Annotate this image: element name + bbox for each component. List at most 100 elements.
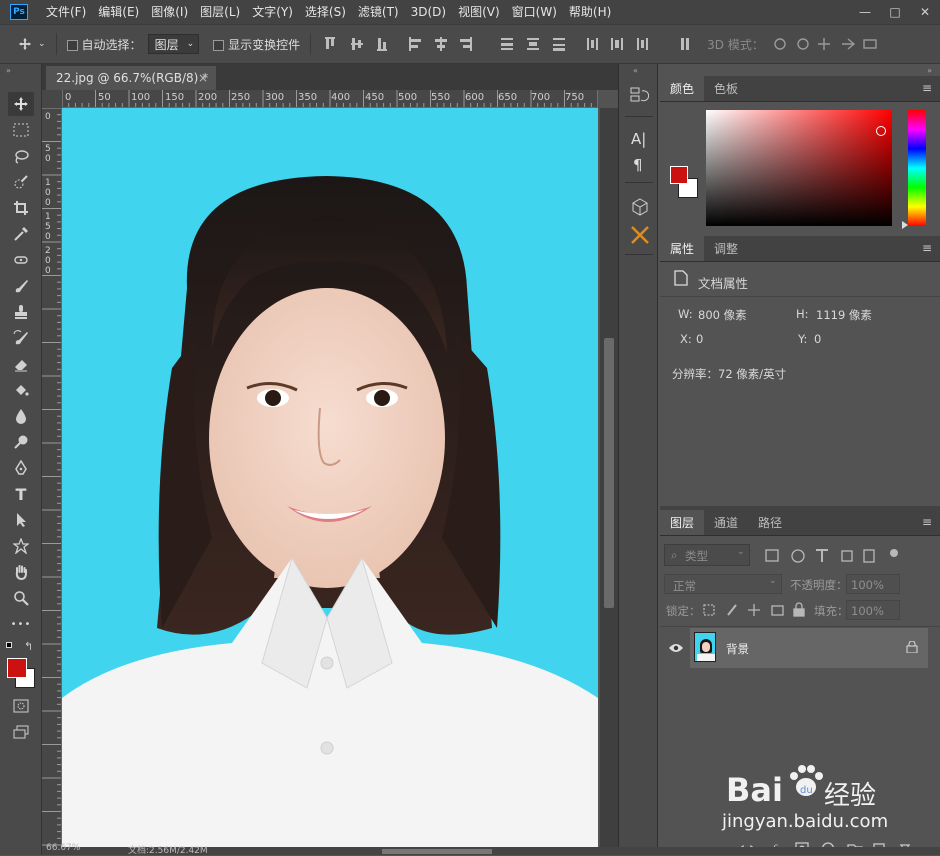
layer-filter-icons[interactable]	[764, 548, 914, 564]
collapse-arrows-icon[interactable]: «	[633, 66, 638, 75]
marquee-tool-icon[interactable]	[8, 118, 34, 142]
3d-rotate-icon	[774, 38, 786, 50]
menu-file[interactable]: 文件(F)	[40, 0, 92, 24]
auto-select-checkbox[interactable]: 自动选择：	[66, 36, 142, 53]
type-tool-icon[interactable]: T	[8, 482, 34, 506]
stamp-tool-icon[interactable]	[8, 300, 34, 324]
3d-camera-icon	[863, 39, 877, 49]
menu-filter[interactable]: 滤镜(T)	[352, 0, 405, 24]
default-colors-icon[interactable]	[6, 642, 15, 651]
swap-colors-icon[interactable]: ↰	[24, 640, 33, 653]
menu-view[interactable]: 视图(V)	[452, 0, 506, 24]
fill-input[interactable]: 100%	[846, 600, 900, 620]
blur-tool-icon[interactable]	[8, 404, 34, 428]
panel-menu-icon[interactable]: ≡	[922, 76, 940, 101]
document-tab[interactable]: 22.jpg @ 66.7%(RGB/8) * ×	[46, 66, 216, 90]
hue-slider[interactable]	[902, 110, 926, 229]
tab-layers[interactable]: 图层	[660, 510, 705, 535]
move-tool-icon[interactable]	[18, 37, 32, 51]
vertical-ruler[interactable]: 0 5 0 1 0 0 1 5 0 2 0 0	[42, 108, 62, 855]
menu-edit[interactable]: 编辑(E)	[92, 0, 145, 24]
y-label: Y:	[798, 332, 808, 346]
menu-layer[interactable]: 图层(L)	[194, 0, 246, 24]
auto-select-label: 自动选择：	[81, 37, 142, 52]
options-bar: ⌄ 自动选择： 图层 ⌄ 显示变换控件 3D 模式：	[0, 24, 940, 64]
zoom-level[interactable]: 66.67%	[46, 843, 80, 853]
eye-visibility-icon[interactable]	[668, 642, 684, 654]
paragraph-panel-icon[interactable]: ¶	[633, 156, 643, 174]
color-fg-swatch[interactable]	[670, 166, 688, 184]
panel-menu-icon[interactable]: ≡	[922, 510, 940, 535]
foreground-color-swatch[interactable]	[7, 658, 27, 678]
collapse-arrows-icon[interactable]: »	[6, 66, 11, 75]
screen-mode-icon[interactable]	[8, 720, 34, 744]
dodge-tool-icon[interactable]	[8, 430, 34, 454]
tab-channels[interactable]: 通道	[704, 510, 748, 535]
panel-menu-icon[interactable]: ≡	[922, 236, 940, 261]
hue-slider-handle[interactable]	[902, 221, 908, 229]
zoom-tool-icon[interactable]	[8, 586, 34, 610]
ruler-label: 0	[45, 154, 51, 164]
layer-row[interactable]: 背景	[690, 628, 928, 668]
tab-paths[interactable]: 路径	[748, 510, 792, 535]
tab-properties[interactable]: 属性	[660, 236, 705, 261]
quick-select-tool-icon[interactable]	[8, 170, 34, 194]
menu-help[interactable]: 帮助(H)	[563, 0, 617, 24]
filter-type-icon	[816, 549, 828, 562]
menu-select[interactable]: 选择(S)	[299, 0, 352, 24]
opacity-input[interactable]: 100%	[846, 574, 900, 594]
close-window-button[interactable]: ✕	[910, 5, 940, 19]
menu-image[interactable]: 图像(I)	[145, 0, 194, 24]
hand-tool-icon[interactable]	[8, 560, 34, 584]
ruler-label: 650	[498, 92, 518, 103]
align-distribute-icons[interactable]	[321, 35, 701, 53]
ruler-label: 200	[198, 92, 218, 103]
lasso-tool-icon[interactable]	[8, 144, 34, 168]
brush-tool-icon[interactable]	[8, 274, 34, 298]
divider	[55, 33, 57, 55]
eyedropper-tool-icon[interactable]	[8, 222, 34, 246]
tool-presets-icon[interactable]	[629, 224, 651, 246]
vertical-scrollbar[interactable]	[600, 108, 618, 855]
character-panel-icon[interactable]: A|	[631, 130, 646, 148]
path-select-tool-icon[interactable]	[8, 508, 34, 532]
show-transform-checkbox[interactable]: 显示变换控件	[213, 36, 300, 53]
tab-adjustments[interactable]: 调整	[704, 236, 748, 261]
history-brush-tool-icon[interactable]	[8, 326, 34, 350]
scrollbar-thumb[interactable]	[604, 338, 614, 608]
layer-name[interactable]: 背景	[726, 641, 749, 657]
minimize-button[interactable]: —	[850, 5, 880, 19]
horizontal-ruler[interactable]: 0 50 100 150 200 250 300 350 400 450 500…	[62, 90, 598, 108]
close-tab-button[interactable]: ×	[198, 66, 208, 90]
pen-tool-icon[interactable]	[8, 456, 34, 480]
collapse-arrows-icon[interactable]: »	[927, 66, 932, 75]
tab-swatches[interactable]: 色板	[704, 76, 748, 101]
history-panel-icon[interactable]	[629, 86, 650, 106]
3d-mode-icons[interactable]	[770, 35, 888, 53]
more-tools-icon[interactable]: •••	[8, 612, 34, 636]
color-picker-cursor[interactable]	[876, 126, 886, 136]
eraser-tool-icon[interactable]	[8, 352, 34, 376]
menu-type[interactable]: 文字(Y)	[246, 0, 299, 24]
menu-3d[interactable]: 3D(D)	[405, 0, 452, 24]
healing-tool-icon[interactable]	[8, 248, 34, 272]
quick-mask-icon[interactable]	[8, 694, 34, 718]
layer-filter-dropdown[interactable]: ⌕ 类型 ⌄	[664, 544, 750, 566]
canvas-area[interactable]	[62, 108, 602, 855]
tab-color[interactable]: 颜色	[660, 76, 705, 101]
blend-mode-dropdown[interactable]: 正常 ⌄	[664, 574, 782, 594]
paint-bucket-tool-icon[interactable]	[8, 378, 34, 402]
shape-tool-icon[interactable]	[8, 534, 34, 558]
lock-icons[interactable]	[702, 602, 808, 618]
filter-smart-icon	[863, 549, 875, 563]
doc-size[interactable]: 文档:2.56M/2.42M	[128, 843, 208, 856]
menu-window[interactable]: 窗口(W)	[506, 0, 563, 24]
chevron-down-icon[interactable]: ⌄	[38, 39, 46, 49]
crop-tool-icon[interactable]	[8, 196, 34, 220]
maximize-button[interactable]: □	[880, 5, 910, 19]
color-field[interactable]	[706, 110, 892, 226]
move-tool-icon[interactable]	[8, 92, 34, 116]
3d-panel-icon[interactable]	[631, 198, 649, 216]
horizontal-scrollbar-thumb[interactable]	[382, 849, 492, 854]
auto-select-dropdown[interactable]: 图层 ⌄	[147, 34, 200, 54]
